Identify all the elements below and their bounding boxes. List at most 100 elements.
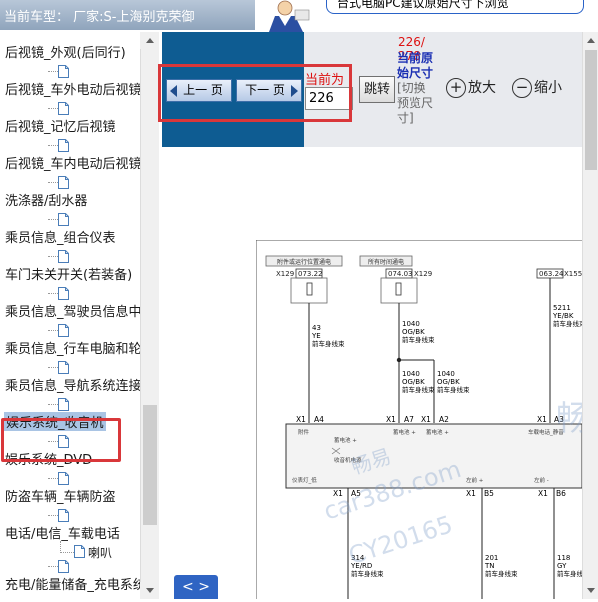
- power-box-right: 所有时间通电: [368, 258, 404, 266]
- wire-201-color: TN: [484, 562, 495, 570]
- document-icon: [58, 361, 69, 374]
- sidebar-item[interactable]: 电话/电信_车载电话: [0, 505, 140, 542]
- pin-label-left: 附件: [298, 428, 310, 436]
- chevron-up-icon: [146, 38, 154, 43]
- document-icon: [58, 176, 69, 189]
- sidebar-scroll-down-button[interactable]: [140, 582, 159, 599]
- conn-left-x: X129: [276, 270, 294, 278]
- sidebar-item[interactable]: 乘员信息_行车电脑和轮: [0, 320, 142, 357]
- wire-1040: 1040: [402, 370, 420, 378]
- pin-bottom: X1: [466, 489, 476, 498]
- sidebar-item-label[interactable]: 乘员信息_导航系统连接: [5, 375, 142, 394]
- sidebar-item-label[interactable]: 充电/能量储备_充电系统: [5, 574, 146, 593]
- wire-1040-color: OG/BK: [402, 378, 425, 386]
- document-icon: [58, 560, 69, 573]
- main-scroll-thumb[interactable]: [585, 50, 597, 170]
- conn-mid: 074.03: [388, 270, 413, 278]
- harness-label: 前车身线束: [402, 385, 435, 394]
- pin-top: X1: [386, 415, 396, 424]
- page-nav-button[interactable]: < >: [174, 575, 218, 599]
- conn-left: 073.22: [298, 270, 323, 278]
- wire-201: 201: [485, 554, 498, 562]
- wire-118: 118: [557, 554, 570, 562]
- document-icon: [58, 102, 69, 115]
- sidebar-item-label[interactable]: 后视镜_记忆后视镜: [5, 116, 116, 135]
- pin-bottom: B6: [556, 489, 566, 498]
- sidebar-item[interactable]: 后视镜_外观(后同行): [0, 32, 140, 61]
- document-icon: [58, 509, 69, 522]
- module-inner-5: 左前 -: [534, 476, 549, 484]
- sidebar-item[interactable]: 后视镜_车内电动后视镜: [0, 135, 142, 172]
- harness-label: 前车身线束: [312, 339, 345, 348]
- switch-preview-label[interactable]: [切换预览尺寸]: [397, 81, 433, 125]
- top-bar: 当前车型： 厂家:S-上海别克荣御 台式电脑PC建议原始尺寸下浏览: [0, 0, 598, 32]
- wire-5211-color: YE/BK: [552, 312, 574, 320]
- sidebar-item[interactable]: 充电/能量储备_充电系统: [0, 556, 146, 593]
- sidebar-item[interactable]: 后视镜_记忆后视镜: [0, 98, 140, 135]
- conn-right: 063.24: [539, 270, 564, 278]
- wire-1040-color: OG/BK: [402, 328, 425, 336]
- sidebar-item-label[interactable]: 后视镜_车外电动后视镜: [5, 79, 142, 98]
- chevron-down-icon: [587, 588, 595, 593]
- sidebar-item[interactable]: 防盗车辆_车辆防盗: [0, 468, 140, 505]
- selection-highlight-frame: [1, 418, 121, 462]
- pin-label-b1: 蓄电池 +: [393, 428, 416, 436]
- wire-1040: 1040: [402, 320, 420, 328]
- main-viewer: 上一 页 下一 页 当前为 跳转 226/ 278 当前原始尺寸[切换预览尺寸]…: [158, 32, 598, 599]
- sidebar-item-label[interactable]: 后视镜_外观(后同行): [5, 42, 126, 61]
- sidebar-scroll-up-button[interactable]: [140, 32, 159, 49]
- pin-label-b2: 蓄电池 +: [426, 428, 449, 436]
- zoom-in-icon: +: [446, 78, 466, 98]
- sidebar-item[interactable]: 乘员信息_导航系统连接: [0, 357, 142, 394]
- sidebar-item-label[interactable]: 后视镜_车内电动后视镜: [5, 153, 142, 172]
- sidebar-item[interactable]: 车门未关开关(若装备): [0, 246, 140, 283]
- sidebar-item[interactable]: 乘员信息_组合仪表: [0, 209, 140, 246]
- module-inner-4: 左前 +: [466, 476, 484, 484]
- jump-button[interactable]: 跳转: [359, 76, 395, 103]
- sidebar-scroll-thumb[interactable]: [143, 405, 157, 525]
- pin-bottom: X1: [538, 489, 548, 498]
- zoom-out-button[interactable]: − 缩小: [512, 77, 562, 98]
- document-icon: [58, 324, 69, 337]
- sidebar-item[interactable]: 后视镜_车外电动后视镜: [0, 61, 142, 98]
- main-scroll-up-button[interactable]: [583, 32, 598, 49]
- sidebar-item[interactable]: 乘员信息_驾驶员信息中: [0, 283, 142, 320]
- wire-1040-color: OG/BK: [437, 378, 460, 386]
- wire-1040: 1040: [437, 370, 455, 378]
- main-scroll-down-button[interactable]: [583, 582, 598, 599]
- sidebar-item-label[interactable]: 洗涤器/刮水器: [5, 190, 87, 209]
- sidebar-item-label[interactable]: 防盗车辆_车辆防盗: [5, 486, 116, 505]
- chevron-up-icon: [587, 38, 595, 43]
- original-size-toggle[interactable]: 当前原始尺寸[切换预览尺寸]: [397, 51, 437, 126]
- original-size-label[interactable]: 当前原始尺寸: [397, 51, 433, 80]
- pin-top: X1: [421, 415, 431, 424]
- nav-highlight-frame: [158, 64, 352, 122]
- notice-banner: 台式电脑PC建议原始尺寸下浏览: [326, 0, 584, 14]
- pin-top: A4: [314, 415, 324, 424]
- sidebar-item[interactable]: 洗涤器/刮水器: [0, 172, 140, 209]
- pin-bottom: B5: [484, 489, 494, 498]
- chevron-down-icon: [146, 588, 154, 593]
- conn-mid-x: X129: [414, 270, 432, 278]
- watermark-text: CY20165: [345, 510, 456, 570]
- main-scrollbar[interactable]: [582, 32, 598, 599]
- zoom-out-icon: −: [512, 78, 532, 98]
- document-icon: [58, 250, 69, 263]
- sidebar-tree: 后视镜_外观(后同行) 后视镜_车外电动后视镜 后视镜_记忆后视镜 后视镜_车内…: [0, 32, 159, 599]
- sidebar-item-label[interactable]: 车门未关开关(若装备): [5, 264, 132, 283]
- sidebar-item-label[interactable]: 乘员信息_组合仪表: [5, 227, 116, 246]
- car-model-title: 当前车型： 厂家:S-上海别克荣御: [0, 0, 255, 30]
- sidebar-item-label[interactable]: 乘员信息_行车电脑和轮: [5, 338, 142, 357]
- sidebar-item-label[interactable]: 乘员信息_驾驶员信息中: [5, 301, 142, 320]
- document-icon: [58, 139, 69, 152]
- wire-43-color: YE: [311, 332, 321, 340]
- harness-label: 前车身线束: [402, 335, 435, 344]
- document-icon: [58, 398, 69, 411]
- viewer-toolbar: 上一 页 下一 页 当前为 跳转 226/ 278 当前原始尺寸[切换预览尺寸]…: [158, 32, 582, 147]
- document-icon: [58, 287, 69, 300]
- zoom-in-button[interactable]: + 放大: [446, 77, 496, 98]
- module-inner-1: 蓄电池 +: [334, 436, 357, 444]
- sidebar-item-label[interactable]: 电话/电信_车载电话: [5, 523, 120, 542]
- document-icon: [58, 472, 69, 485]
- harness-label: 前车身线束: [437, 385, 470, 394]
